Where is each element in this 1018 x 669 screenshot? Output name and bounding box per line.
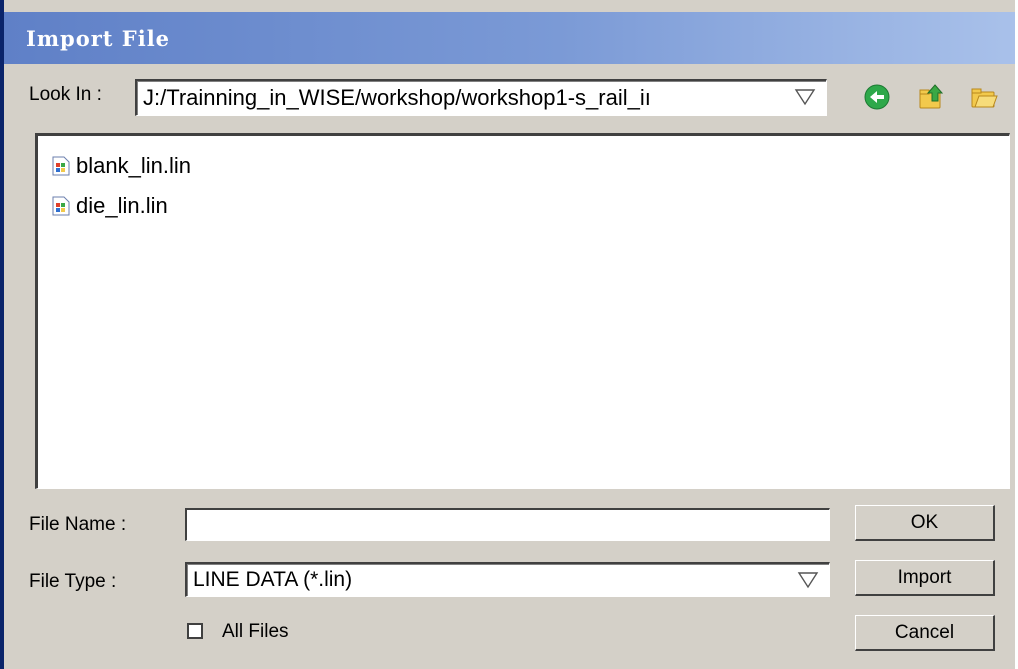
list-item[interactable]: blank_lin.lin <box>52 152 191 180</box>
file-name: blank_lin.lin <box>76 153 191 178</box>
back-icon[interactable] <box>862 82 892 112</box>
look-in-combobox[interactable]: J:/Trainning_in_WISE/workshop/workshop1-… <box>135 79 827 116</box>
file-name-input[interactable] <box>185 508 830 541</box>
look-in-path: J:/Trainning_in_WISE/workshop/workshop1-… <box>143 85 651 110</box>
file-name: die_lin.lin <box>76 193 168 218</box>
all-files-label: All Files <box>222 621 289 642</box>
dropdown-arrow-icon[interactable] <box>794 86 816 108</box>
all-files-checkbox[interactable] <box>187 623 203 639</box>
import-button[interactable]: Import <box>855 560 995 596</box>
file-type-value: LINE DATA (*.lin) <box>193 568 353 591</box>
cancel-button[interactable]: Cancel <box>855 615 995 651</box>
file-icon <box>52 196 70 216</box>
file-name-label: File Name : <box>29 514 127 535</box>
window-title: Import File <box>26 26 171 51</box>
file-type-combobox[interactable]: LINE DATA (*.lin) <box>185 562 830 597</box>
list-item[interactable]: die_lin.lin <box>52 192 168 220</box>
dropdown-arrow-icon[interactable] <box>797 569 819 591</box>
file-list[interactable]: blank_lin.lin die_lin.lin <box>35 133 1010 489</box>
title-bar[interactable]: Import File <box>4 12 1015 64</box>
import-file-dialog: Import File Look In : J:/Trainning_in_WI… <box>0 0 1015 669</box>
file-type-label: File Type : <box>29 571 117 592</box>
new-folder-icon[interactable] <box>969 82 999 112</box>
up-folder-icon[interactable] <box>916 82 946 112</box>
look-in-label: Look In : <box>29 84 102 105</box>
ok-button[interactable]: OK <box>855 505 995 541</box>
file-icon <box>52 156 70 176</box>
